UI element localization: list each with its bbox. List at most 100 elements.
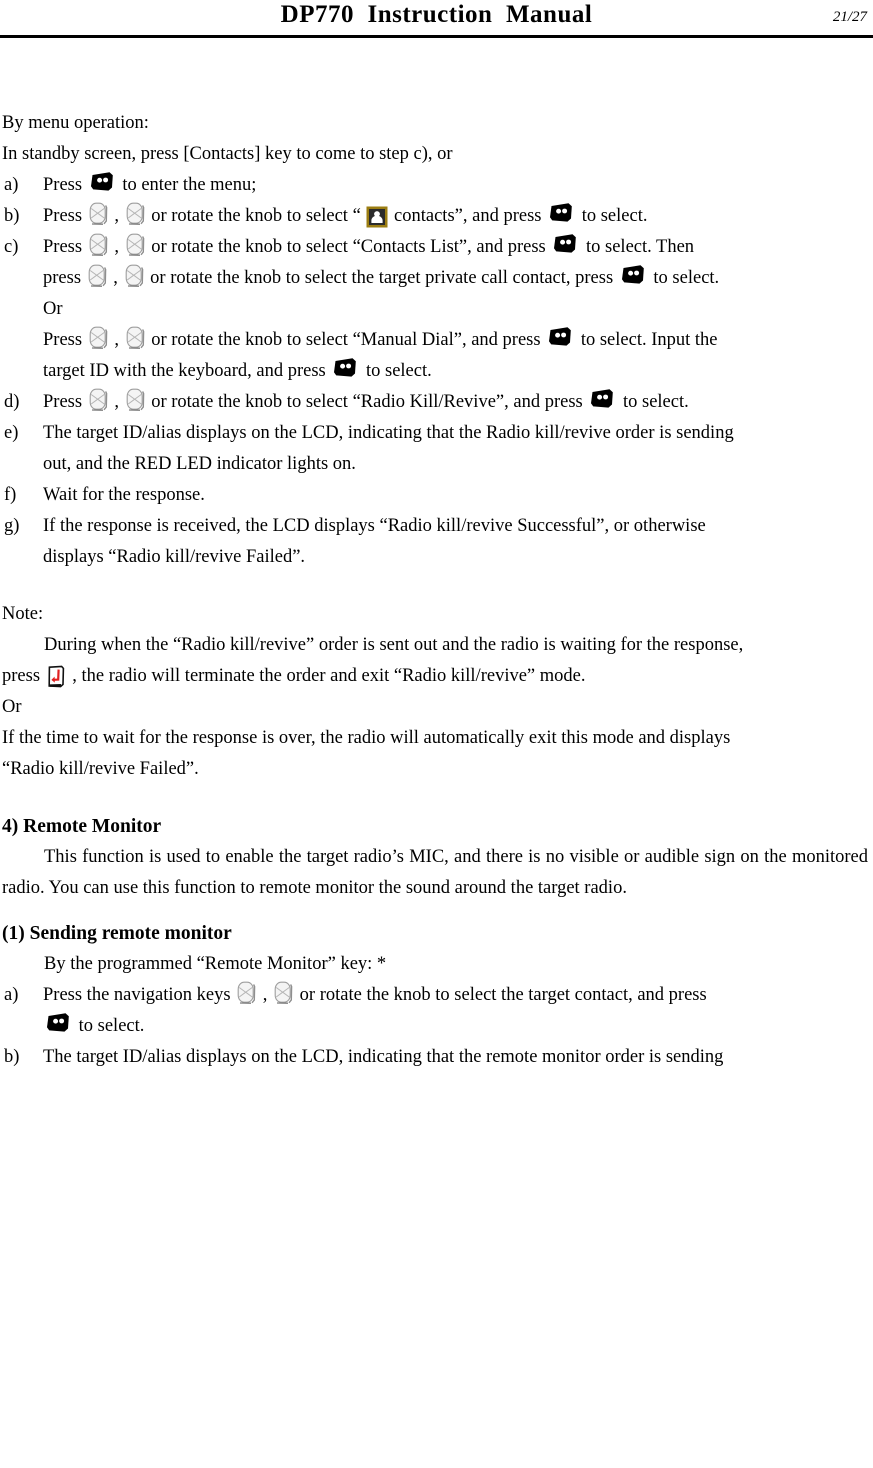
step-text: The target ID/alias displays on the LCD,…	[43, 1047, 724, 1067]
menu-key-icon	[549, 202, 574, 223]
page-number: 21/27	[832, 9, 867, 25]
note-or-label: Or	[2, 697, 22, 717]
step-text: or rotate the knob to select “Manual Dia…	[151, 330, 541, 350]
note-paragraph-2: press , the radio will terminate the ord…	[2, 661, 868, 692]
list-marker: e)	[4, 423, 19, 443]
header-divider	[0, 35, 873, 38]
list-marker: b)	[4, 1047, 20, 1067]
step-text: Press	[43, 330, 83, 350]
list-item-rm-a-select-contact: a) Press the navigation keys , or rotate…	[2, 980, 868, 1011]
list-marker: a)	[4, 175, 19, 195]
step-text: or rotate the knob to select “Radio Kill…	[151, 392, 583, 412]
list-item-e-line2: out, and the RED LED indicator lights on…	[43, 454, 356, 474]
list-item-g-line2: displays “Radio kill/revive Failed”.	[43, 547, 306, 567]
programmed-key-line: By the programmed “Remote Monitor” key: …	[44, 954, 387, 974]
step-text: ,	[262, 985, 268, 1005]
list-marker: b)	[4, 206, 20, 226]
nav-key-icon	[237, 981, 256, 1005]
menu-key-icon	[46, 1012, 71, 1033]
step-text: ,	[114, 330, 119, 350]
list-item-c-line2: press , or rotate the knob to select the…	[2, 263, 868, 294]
step-text: to select. Input the	[580, 330, 718, 350]
step-text: to enter the menu;	[122, 175, 257, 195]
list-marker: d)	[4, 392, 20, 412]
list-item-c-contacts-list: c) Press , or rotate the knob to select …	[2, 232, 868, 263]
step-text: or rotate the knob to select “Contacts L…	[151, 237, 546, 257]
nav-key-icon	[126, 233, 145, 257]
step-text: Wait for the response.	[43, 485, 205, 505]
step-text: Press	[43, 206, 83, 226]
note-spacer	[2, 573, 868, 599]
paragraph-standby-screen: In standby screen, press [Contacts] key …	[2, 144, 453, 164]
nav-key-icon	[89, 326, 108, 350]
list-item-c-target-id: target ID with the keyboard, and press t…	[2, 356, 868, 387]
contacts-icon	[366, 206, 388, 228]
nav-key-icon	[89, 388, 108, 412]
menu-key-icon	[548, 326, 573, 347]
nav-key-icon	[126, 388, 145, 412]
section-heading-remote-monitor: 4) Remote Monitor	[2, 816, 162, 837]
note-paragraph-3: If the time to wait for the response is …	[2, 728, 731, 748]
nav-key-icon	[126, 326, 145, 350]
list-item-rm-a-line2: to select.	[2, 1011, 868, 1042]
step-text: or rotate the knob to select the target …	[150, 268, 614, 288]
list-item-c-or: Or	[2, 294, 868, 325]
note-paragraph-4: “Radio kill/revive Failed”.	[2, 759, 199, 779]
list-item-b-select-contacts: b) Press , or rotate the knob to select …	[2, 201, 868, 232]
list-item-a-enter-menu: a) Press to enter the menu;	[2, 170, 868, 201]
menu-key-icon	[90, 171, 115, 192]
list-item-c-manual-dial: Press , or rotate the knob to select “Ma…	[2, 325, 868, 356]
step-text: Press the navigation keys	[43, 985, 231, 1005]
step-text: to select. Then	[586, 237, 695, 257]
menu-key-icon	[333, 357, 358, 378]
list-item-g-response-received: g) If the response is received, the LCD …	[2, 511, 868, 542]
list-item-rm-b-target-id-display: b) The target ID/alias displays on the L…	[2, 1042, 868, 1073]
note-text: , the radio will terminate the order and…	[72, 666, 586, 686]
nav-key-icon	[89, 202, 108, 226]
nav-key-icon	[88, 264, 107, 288]
menu-key-icon	[553, 233, 578, 254]
or-label: Or	[43, 299, 63, 319]
page-header: DP770 Instruction Manual 21/27	[0, 0, 873, 38]
menu-key-icon	[621, 264, 646, 285]
step-text: ,	[114, 206, 119, 226]
list-marker: a)	[4, 985, 19, 1005]
nav-key-icon	[274, 981, 293, 1005]
list-marker: c)	[4, 237, 19, 257]
step-text: to select.	[78, 1016, 145, 1036]
step-text: or rotate the knob to select “	[151, 206, 361, 226]
step-text: Press	[43, 392, 83, 412]
step-text: ,	[114, 237, 119, 257]
top-spacer	[2, 72, 868, 108]
step-text: press	[43, 268, 82, 288]
back-key-icon	[47, 665, 66, 688]
step-text: contacts”, and press	[394, 206, 542, 226]
list-item-e-target-id-display: e) The target ID/alias displays on the L…	[2, 418, 868, 449]
step-text: to select.	[622, 392, 689, 412]
list-item-f-wait-response: f) Wait for the response.	[2, 480, 868, 511]
remote-monitor-description: This function is used to enable the targ…	[2, 847, 868, 898]
step-text: or rotate the knob to select the target …	[299, 985, 707, 1005]
subsection-heading-sending-remote-monitor: (1) Sending remote monitor	[2, 923, 232, 944]
note-text: press	[2, 666, 41, 686]
nav-key-icon	[126, 202, 145, 226]
step-text: to select.	[365, 361, 432, 381]
page-body: By menu operation: In standby screen, pr…	[0, 72, 873, 1073]
nav-key-icon	[125, 264, 144, 288]
page-title: DP770 Instruction Manual	[280, 1, 593, 28]
step-text: ,	[113, 268, 118, 288]
note-label: Note:	[2, 604, 44, 624]
menu-key-icon	[590, 388, 615, 409]
step-text: If the response is received, the LCD dis…	[43, 516, 706, 536]
list-item-d-radio-kill-revive: d) Press , or rotate the knob to select …	[2, 387, 868, 418]
list-marker: g)	[4, 516, 20, 536]
step-text: Press	[43, 175, 83, 195]
step-text: Press	[43, 237, 83, 257]
subsection-spacer	[2, 904, 868, 918]
step-text: ,	[114, 392, 119, 412]
step-text: target ID with the keyboard, and press	[43, 361, 326, 381]
paragraph-by-menu-operation: By menu operation:	[2, 113, 149, 133]
step-text: to select.	[653, 268, 720, 288]
list-marker: f)	[4, 485, 17, 505]
